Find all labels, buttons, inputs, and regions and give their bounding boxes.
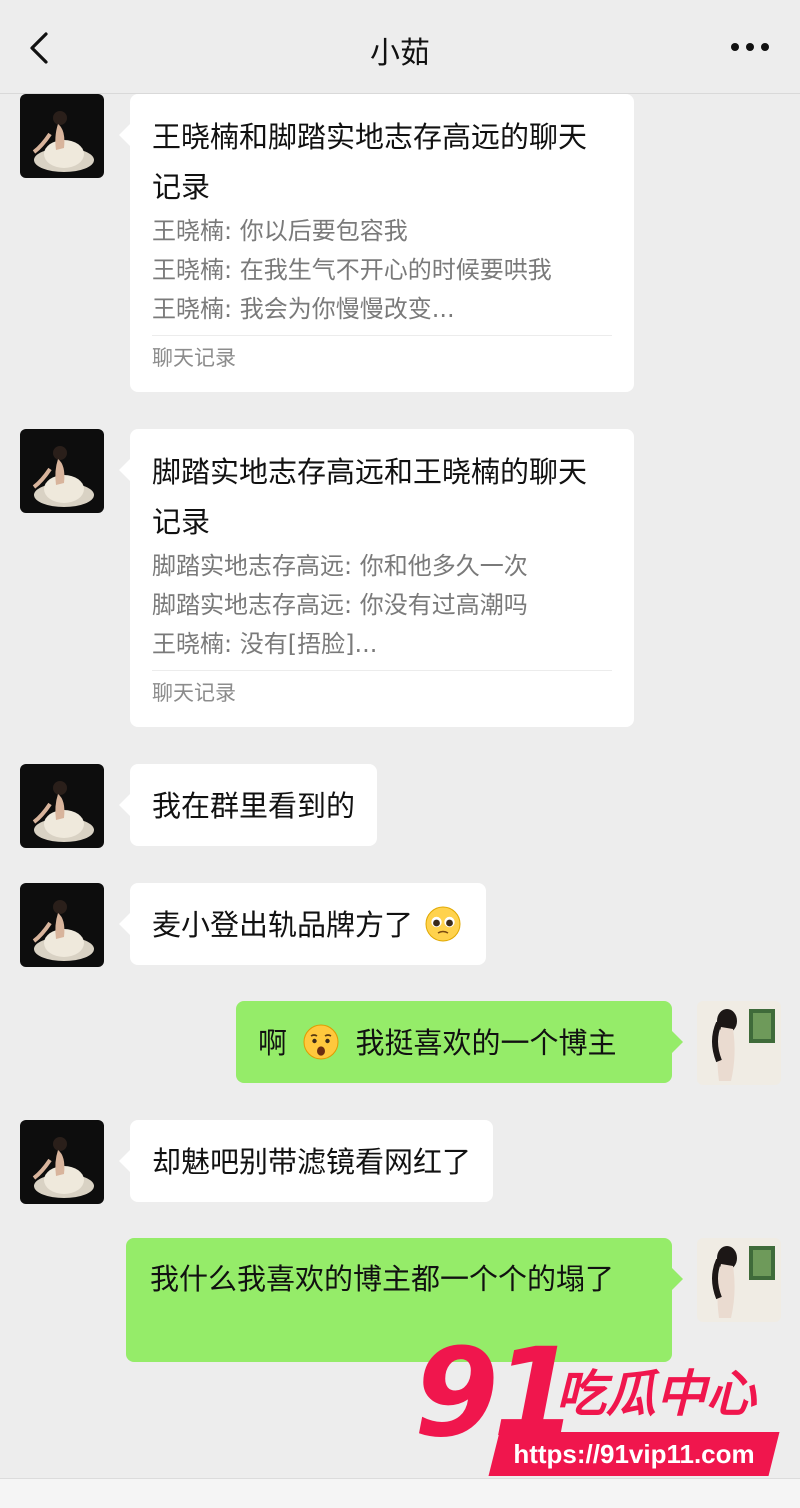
chat-record-title: 王晓楠和脚踏实地志存高远的聊天记录 [152,120,588,204]
avatar[interactable] [697,1238,781,1322]
message-row: 脚踏实地志存高远和王晓楠的聊天记录 脚踏实地志存高远: 你和他多久一次 脚踏实地… [0,429,800,729]
message-text: 啊 [258,1026,288,1060]
bubble-tail [119,794,130,816]
chat-record-line: 王晓楠: 没有[捂脸]... [152,630,378,658]
bubble-tail [119,1150,130,1172]
message-row: 我在群里看到的 [0,764,800,848]
pleading-face-emoji-icon [425,906,461,942]
chat-record-line: 脚踏实地志存高远: 你没有过高潮吗 [152,591,528,619]
message-row: 王晓楠和脚踏实地志存高远的聊天记录 王晓楠: 你以后要包容我 王晓楠: 在我生气… [0,94,800,394]
bubble-tail [672,1268,683,1290]
avatar[interactable] [20,764,104,848]
avatar[interactable] [20,94,104,178]
chat-record-line: 脚踏实地志存高远: 你和他多久一次 [152,552,528,580]
message-row: 麦小登出轨品牌方了 [0,883,800,967]
watermark-logo: 91 吃瓜中心 https://91vip11.com [404,1328,794,1488]
card-divider [152,670,612,671]
watermark-url: https://91vip11.com [513,1439,755,1469]
card-divider [152,335,612,336]
message-text: 却魅吧别带滤镜看网红了 [152,1145,472,1179]
message-bubble[interactable]: 啊 我挺喜欢的一个博主 [236,1001,683,1083]
message-row: 啊 我挺喜欢的一个博主 [0,1001,800,1085]
message-text: 我挺喜欢的一个博主 [355,1026,617,1060]
chat-title: 小茹 [370,36,430,71]
chat-record-footer: 聊天记录 [152,681,236,705]
watermark-name: 吃瓜中心 [556,1365,756,1423]
more-dots-icon[interactable] [728,30,772,64]
bubble-tail [119,124,130,146]
input-bar[interactable] [0,1478,800,1508]
bubble-tail [119,459,130,481]
chat-record-footer: 聊天记录 [152,346,236,370]
message-bubble[interactable]: 却魅吧别带滤镜看网红了 [119,1120,494,1202]
chat-record-line: 王晓楠: 你以后要包容我 [152,217,408,245]
message-text: 我在群里看到的 [152,789,356,823]
bubble-tail [672,1031,683,1053]
avatar[interactable] [20,429,104,513]
chat-record-card[interactable]: 王晓楠和脚踏实地志存高远的聊天记录 王晓楠: 你以后要包容我 王晓楠: 在我生气… [119,94,634,392]
message-row: 却魅吧别带滤镜看网红了 [0,1120,800,1204]
avatar[interactable] [697,1001,781,1085]
avatar[interactable] [20,1120,104,1204]
message-bubble[interactable]: 麦小登出轨品牌方了 [119,883,487,965]
message-bubble[interactable]: 我在群里看到的 [119,764,378,846]
message-text: 麦小登出轨品牌方了 [152,908,414,942]
watermark-url-badge: https://91vip11.com [488,1432,780,1476]
bubble-tail [119,913,130,935]
message-text: 我什么我喜欢的博主都一个个的塌了 [150,1262,615,1296]
chat-record-line: 王晓楠: 在我生气不开心的时候要哄我 [152,256,552,284]
chat-header: 小茹 [0,0,800,94]
anxious-face-emoji-icon [303,1024,339,1060]
chat-record-title: 脚踏实地志存高远和王晓楠的聊天记录 [152,455,588,539]
chat-record-card[interactable]: 脚踏实地志存高远和王晓楠的聊天记录 脚踏实地志存高远: 你和他多久一次 脚踏实地… [119,429,634,727]
chat-record-line: 王晓楠: 我会为你慢慢改变... [152,295,455,323]
avatar[interactable] [20,883,104,967]
